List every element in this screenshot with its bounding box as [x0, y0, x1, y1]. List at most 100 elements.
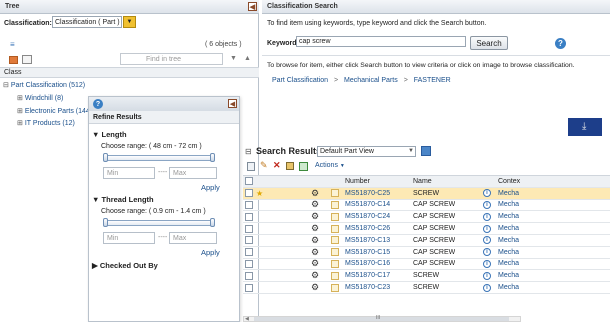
column-icon[interactable]	[286, 162, 294, 170]
thread-length-max-input[interactable]: Max	[169, 232, 217, 244]
help-icon[interactable]: ?	[93, 99, 103, 109]
part-context[interactable]: Mecha	[498, 282, 519, 293]
keyword-input[interactable]: cap screw	[296, 36, 466, 47]
tree-filter-icon[interactable]	[9, 56, 18, 64]
view-select[interactable]: Default Part View ▼	[317, 146, 416, 157]
length-slider-max-handle[interactable]	[210, 153, 215, 162]
gear-icon[interactable]: ⚙	[311, 211, 319, 222]
info-icon[interactable]: i	[483, 259, 491, 270]
row-checkbox[interactable]	[245, 282, 253, 293]
tree-node[interactable]: ⊞ Windchill (8)	[17, 94, 63, 102]
part-number-link[interactable]: MS51870-C17	[345, 270, 390, 281]
part-number-link[interactable]: MS51870-C16	[345, 259, 390, 270]
length-max-input[interactable]: Max	[169, 167, 217, 179]
part-context[interactable]: Mecha	[498, 223, 519, 234]
row-checkbox[interactable]	[245, 211, 253, 222]
tree-node-label[interactable]: IT Products (12)	[25, 120, 75, 127]
sort-up-icon[interactable]: ▲	[244, 55, 251, 62]
tree-node-label[interactable]: Electronic Parts (144)	[25, 108, 92, 115]
tree-node[interactable]: ⊞ IT Products (12)	[17, 119, 75, 127]
table-row[interactable]: ⚙ MS51870-C24 CAP SCREW i Mecha	[243, 211, 610, 224]
part-context[interactable]: Mecha	[498, 211, 519, 222]
part-number-link[interactable]: MS51870-C14	[345, 200, 390, 211]
tree-toggle-icon[interactable]: ⊞	[17, 95, 23, 102]
part-context[interactable]: Mecha	[498, 270, 519, 281]
gear-icon[interactable]: ⚙	[311, 223, 319, 234]
classification-image-tile[interactable]: ⤓	[568, 118, 602, 136]
breadcrumb-item[interactable]: Part Classification	[272, 77, 328, 84]
tree-toggle-icon[interactable]: ⊞	[17, 120, 23, 127]
gear-icon[interactable]: ⚙	[311, 200, 319, 211]
part-context[interactable]: Mecha	[498, 259, 519, 270]
search-button[interactable]: Search	[470, 36, 508, 50]
gear-icon[interactable]: ⚙	[311, 188, 319, 199]
table-row[interactable]: ⚙ MS51870-C23 SCREW i Mecha	[243, 282, 610, 294]
tree-node[interactable]: ⊞ Electronic Parts (144)	[17, 107, 92, 115]
info-icon[interactable]: i	[483, 188, 491, 199]
tree-link-icon[interactable]	[22, 55, 32, 64]
scroll-left-icon[interactable]: ◀	[245, 316, 249, 322]
row-checkbox[interactable]	[245, 270, 253, 281]
info-icon[interactable]: i	[483, 270, 491, 281]
filter-icon[interactable]: ▼	[230, 55, 237, 62]
tree-node-label[interactable]: Windchill (8)	[25, 95, 64, 102]
column-header-number[interactable]: Number	[345, 176, 370, 187]
save-view-icon[interactable]	[421, 146, 431, 156]
part-context[interactable]: Mecha	[498, 188, 519, 199]
copy-icon[interactable]	[247, 162, 255, 171]
tree-expand-icon[interactable]: ≡	[10, 40, 15, 49]
collapse-results-icon[interactable]: ⊟	[245, 147, 252, 156]
row-checkbox[interactable]	[245, 259, 253, 270]
horizontal-scrollbar[interactable]: ◀ III	[243, 315, 521, 322]
column-header-context[interactable]: Contex	[498, 176, 520, 187]
gear-icon[interactable]: ⚙	[311, 235, 319, 246]
export-icon[interactable]	[299, 162, 308, 171]
find-in-tree-input[interactable]: Find in tree	[120, 53, 223, 65]
length-min-input[interactable]: Min	[103, 167, 155, 179]
length-apply-link[interactable]: Apply	[201, 183, 220, 192]
help-icon[interactable]: ?	[555, 38, 566, 49]
row-checkbox[interactable]	[245, 247, 253, 258]
table-row[interactable]: ⚙ MS51870-C17 SCREW i Mecha	[243, 270, 610, 283]
column-header-name[interactable]: Name	[413, 176, 432, 187]
table-row[interactable]: ★ ⚙ MS51870-C25 SCREW i Mecha	[243, 187, 610, 200]
gear-icon[interactable]: ⚙	[311, 247, 319, 258]
length-section-toggle[interactable]: ▼ Length	[92, 130, 127, 139]
part-number-link[interactable]: MS51870-C15	[345, 247, 390, 258]
delete-icon[interactable]: ✕	[273, 160, 281, 171]
part-number-link[interactable]: MS51870-C25	[345, 188, 390, 199]
thread-length-slider[interactable]	[103, 220, 215, 226]
classification-select[interactable]: Classification ( Part )	[52, 16, 122, 28]
part-number-link[interactable]: MS51870-C23	[345, 282, 390, 293]
length-slider[interactable]	[103, 155, 215, 161]
part-context[interactable]: Mecha	[498, 235, 519, 246]
part-number-link[interactable]: MS51870-C13	[345, 235, 390, 246]
tree-node[interactable]: ⊟ Part Classification (512)	[3, 81, 85, 89]
tree-toggle-icon[interactable]: ⊟	[3, 82, 9, 89]
edit-icon[interactable]: ✎	[260, 160, 268, 171]
part-context[interactable]: Mecha	[498, 247, 519, 258]
breadcrumb-item[interactable]: FASTENER	[414, 77, 451, 84]
gear-icon[interactable]: ⚙	[311, 270, 319, 281]
actions-menu[interactable]: Actions ▼	[315, 162, 345, 169]
thread-length-slider-min-handle[interactable]	[103, 218, 108, 227]
table-row[interactable]: ⚙ MS51870-C15 CAP SCREW i Mecha	[243, 247, 610, 259]
row-checkbox[interactable]	[245, 235, 253, 246]
info-icon[interactable]: i	[483, 200, 491, 211]
table-row[interactable]: ⚙ MS51870-C16 CAP SCREW i Mecha	[243, 259, 610, 271]
row-checkbox[interactable]	[245, 200, 253, 211]
chevron-down-icon[interactable]: ▼	[123, 16, 136, 28]
info-icon[interactable]: i	[483, 282, 491, 293]
thread-length-slider-max-handle[interactable]	[210, 218, 215, 227]
tree-toggle-icon[interactable]: ⊞	[17, 108, 23, 115]
info-icon[interactable]: i	[483, 235, 491, 246]
info-icon[interactable]: i	[483, 223, 491, 234]
tree-node-label[interactable]: Part Classification (512)	[11, 82, 85, 89]
collapse-panel-icon[interactable]: ◀	[228, 99, 237, 108]
checked-out-by-section-toggle[interactable]: ▶ Checked Out By	[92, 261, 158, 270]
breadcrumb-item[interactable]: Mechanical Parts	[344, 77, 398, 84]
thread-length-section-toggle[interactable]: ▼ Thread Length	[92, 195, 154, 204]
select-all-checkbox[interactable]	[245, 176, 253, 187]
info-icon[interactable]: i	[483, 247, 491, 258]
scrollbar-thumb[interactable]	[254, 317, 509, 321]
